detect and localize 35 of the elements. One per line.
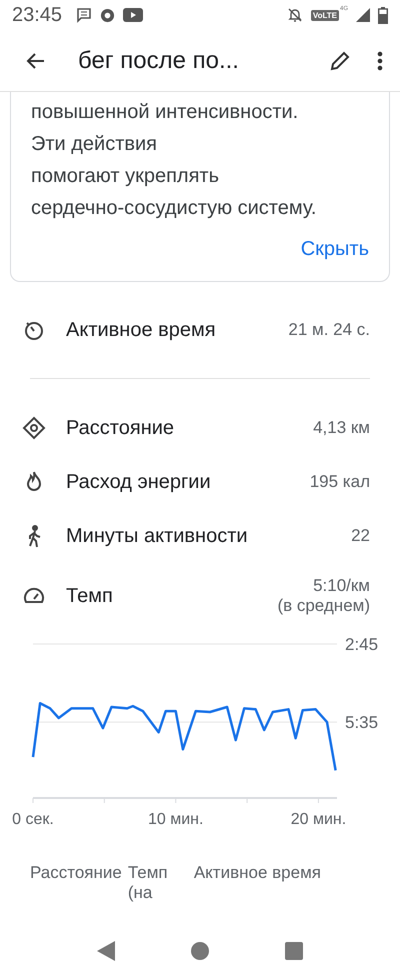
metric-value: 195 кал — [310, 472, 370, 492]
y-tick-label: 5:35 — [345, 713, 378, 732]
info-text: повышенной интенсивности. Эти действия помогают укреплять сердечно-сосудистую систему. — [31, 100, 318, 221]
y-tick-label: 2:45 — [345, 635, 378, 654]
chart-tab[interactable]: Расстояние — [30, 863, 122, 883]
network-label: VoLTE — [310, 10, 339, 20]
metric-value: 4,13 км — [313, 418, 370, 438]
home-nav-icon[interactable] — [190, 941, 210, 961]
chart-tab[interactable]: Темп (на — [128, 863, 188, 903]
metric-value: 22 — [351, 526, 370, 546]
metric-label: Активное время — [66, 318, 217, 342]
x-tick-label: 0 сек. — [12, 811, 54, 828]
signal-icon — [356, 8, 370, 22]
status-time: 23:45 — [12, 4, 62, 26]
window-title: бег после по... — [78, 46, 240, 74]
diamond-pin-icon — [22, 416, 46, 440]
hide-link[interactable]: Скрыть — [300, 238, 369, 261]
recents-nav-icon[interactable] — [284, 942, 303, 960]
chart-tab[interactable]: Активное время — [194, 863, 321, 883]
metric-label: Минуты активности — [66, 524, 249, 548]
metric-note: (в среднем) — [277, 596, 370, 616]
message-icon — [76, 7, 92, 23]
x-tick-label: 20 мин. — [290, 811, 346, 828]
metric-value: 21 м. 24 с. — [288, 320, 370, 340]
metric-value: 5:10/км — [313, 576, 370, 596]
video-icon — [123, 8, 144, 22]
metric-label: Расстояние — [66, 416, 176, 440]
more-vert-icon — [376, 48, 384, 72]
metric-label: Расход энергии — [66, 470, 212, 494]
back-nav-icon[interactable] — [97, 941, 116, 961]
bell-off-icon — [286, 7, 303, 23]
battery-icon — [378, 6, 388, 24]
metric-label: Темп — [66, 584, 114, 608]
browser-icon — [100, 8, 116, 22]
x-tick-label: 10 мин. — [148, 811, 204, 828]
